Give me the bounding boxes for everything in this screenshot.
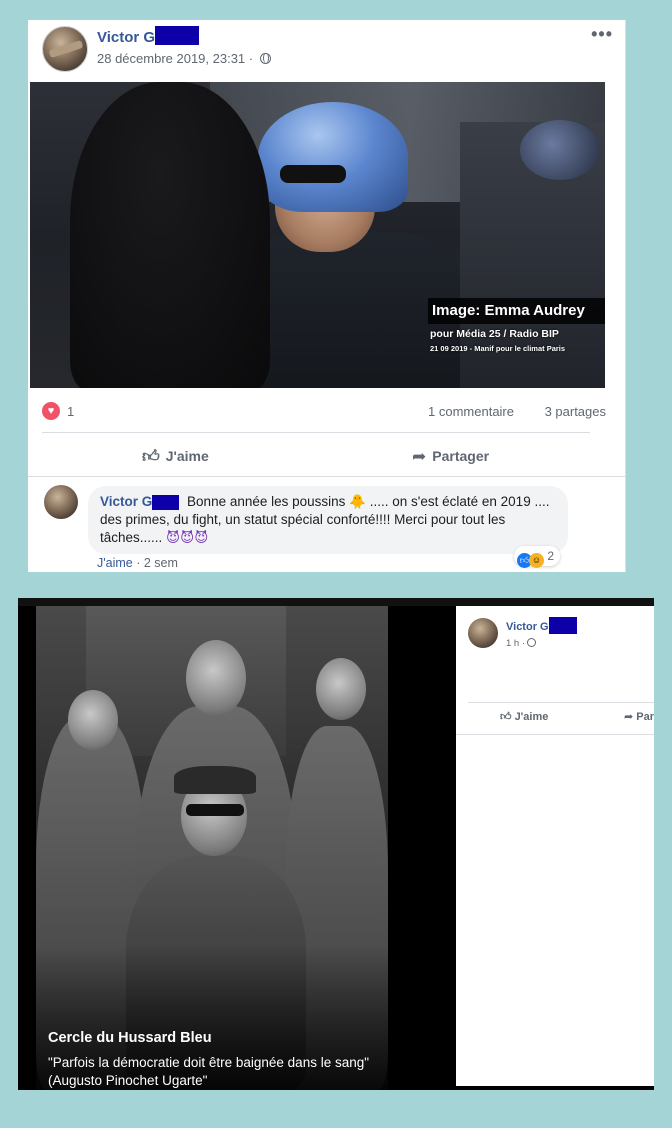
photo-sunglasses bbox=[186, 804, 244, 816]
post-time[interactable]: 1 h · bbox=[506, 638, 537, 649]
photo-helmet-right bbox=[520, 120, 600, 180]
share-label: Partager bbox=[432, 448, 490, 464]
comment-text-a: Bonne année les poussins bbox=[187, 494, 346, 509]
share-arrow-icon: ➦ bbox=[624, 711, 637, 723]
viewer-side-panel: Victor G 1 h · 👍︎ J'aime ➦ Partager bbox=[456, 606, 654, 1086]
author-name[interactable]: Victor G bbox=[506, 621, 549, 633]
post-date-text[interactable]: 28 décembre 2019, 23:31 · bbox=[97, 51, 253, 66]
post-card-1: Victor G 28 décembre 2019, 23:31 · ••• I… bbox=[28, 20, 626, 572]
viewer-photo[interactable]: Cercle du Hussard Bleu "Parfois la démoc… bbox=[36, 606, 388, 1090]
comment-bubble: Victor G Bonne année les poussins 🐥 ....… bbox=[88, 486, 568, 554]
post-photo[interactable]: Image: Emma Audrey pour Média 25 / Radio… bbox=[30, 82, 605, 388]
more-options-icon[interactable]: ••• bbox=[591, 24, 613, 45]
commenter-avatar[interactable] bbox=[44, 485, 78, 519]
comment-reaction-count: 2 bbox=[547, 549, 555, 563]
thumbs-up-icon: 👍︎ bbox=[500, 711, 515, 723]
like-label: J'aime bbox=[165, 448, 209, 464]
share-count[interactable]: 3 partages bbox=[545, 404, 606, 419]
reaction-count[interactable]: 1 bbox=[67, 404, 74, 419]
comment-like-link[interactable]: J'aime bbox=[97, 556, 133, 570]
redaction-box bbox=[152, 494, 180, 510]
divider bbox=[28, 476, 626, 477]
reactions-summary: ♥ 1 1 commentaire 3 partages bbox=[42, 402, 612, 422]
author-name[interactable]: Victor G bbox=[97, 29, 155, 46]
action-bar: 👍︎ J'aime ➦ Partager bbox=[28, 438, 626, 474]
haha-reaction-icon: ☺ bbox=[529, 553, 544, 568]
photo-sunglasses bbox=[280, 165, 346, 183]
photo-quote: "Parfois la démocratie doit être baignée… bbox=[48, 1055, 370, 1088]
like-label: J'aime bbox=[514, 711, 549, 723]
globe-icon bbox=[527, 638, 537, 647]
comment-time[interactable]: · 2 sem bbox=[136, 556, 178, 570]
photo-credit-label: Image: Emma Audrey bbox=[428, 298, 605, 324]
comment-count[interactable]: 1 commentaire bbox=[428, 404, 514, 419]
share-arrow-icon: ➦ bbox=[412, 447, 427, 466]
photo-hooded-person bbox=[70, 82, 270, 388]
photo-head-right bbox=[316, 658, 366, 720]
thumbs-up-icon: 👍︎ bbox=[142, 447, 160, 466]
photo-caption-2: 21 09 2019 - Manif pour le climat Paris bbox=[430, 344, 566, 353]
chick-emoji-icon: 🐥 bbox=[349, 494, 366, 510]
globe-icon bbox=[259, 53, 271, 64]
devil-emoji-icon: 😈😈😈 bbox=[166, 530, 209, 546]
author-avatar[interactable] bbox=[468, 618, 498, 648]
photo-viewer: Cercle du Hussard Bleu "Parfois la démoc… bbox=[18, 598, 654, 1090]
share-button[interactable]: ➦ Partager bbox=[624, 710, 654, 723]
photo-head-left bbox=[68, 690, 118, 750]
photo-title: Cercle du Hussard Bleu bbox=[48, 1030, 212, 1046]
commenter-name[interactable]: Victor G bbox=[100, 494, 152, 509]
post-date[interactable]: 28 décembre 2019, 23:31 · bbox=[97, 51, 271, 66]
comment-meta: J'aime · 2 sem bbox=[97, 556, 178, 570]
divider bbox=[468, 702, 654, 703]
redaction-box bbox=[155, 26, 199, 45]
author-avatar[interactable] bbox=[42, 26, 88, 72]
divider bbox=[42, 432, 590, 433]
viewer-top-strip bbox=[18, 598, 654, 606]
post-time-text[interactable]: 1 h · bbox=[506, 638, 525, 649]
divider bbox=[456, 734, 654, 735]
like-button[interactable]: 👍︎ J'aime bbox=[142, 444, 209, 468]
share-label: Partager bbox=[636, 711, 654, 723]
like-button[interactable]: 👍︎ J'aime bbox=[500, 710, 548, 723]
comment-reactions[interactable]: 👍︎ ☺ 2 bbox=[514, 546, 561, 568]
photo-officer-helmet bbox=[258, 102, 408, 212]
photo-caption-1: pour Média 25 / Radio BIP bbox=[430, 328, 559, 340]
share-button[interactable]: ➦ Partager bbox=[412, 444, 489, 468]
photo-officer-body bbox=[240, 232, 460, 388]
redaction-box bbox=[549, 617, 577, 634]
photo-head-center bbox=[186, 640, 246, 716]
love-reaction-icon[interactable]: ♥ bbox=[42, 402, 60, 420]
photo-cap-front bbox=[174, 766, 256, 794]
